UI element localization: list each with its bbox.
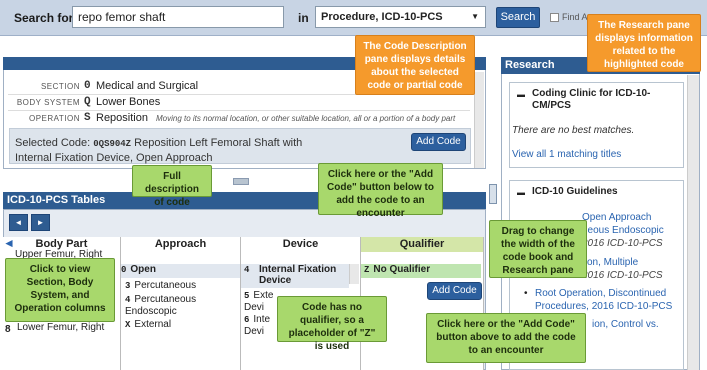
coding-clinic-title: Coding Clinic for ICD-10-CM/PCS [532,88,651,111]
approach-label: Percutaneous [134,280,197,291]
body-system-char: Q [84,96,91,108]
guideline-link[interactable]: Open Approach [582,212,652,223]
show-columns-icon[interactable]: ◄ [3,236,15,250]
body-system-row: BODY SYSTEM Q Lower Bones [8,96,478,110]
device-internal-fixation[interactable]: 4 Internal Fixation Device [241,264,349,288]
guideline-link[interactable]: ion, Control vs. [592,319,659,330]
operation-note: Moving to its normal location, or other … [155,114,456,123]
operation-text: Reposition [96,112,148,124]
selected-code-text: Selected Code: 0QS904Z Reposition Left F… [15,136,315,165]
find-all-label: Find A [562,12,588,22]
guideline-link[interactable]: Procedures, 2016 ICD-10-PCS [535,301,672,312]
callout-no-qualifier: Code has no qualifier, so a placeholder … [277,296,387,352]
approach-char: 4 [125,295,131,305]
body-part-lower-femur[interactable]: Lower Femur, Right [17,322,104,333]
selected-code: 0QS904Z [93,139,132,149]
callout-drag-splitter: Drag to change the width of the code boo… [489,220,587,278]
no-matches-text: There are no best matches. [512,125,635,136]
approach-percutaneous[interactable]: 3 Percutaneous [125,280,196,291]
divider [8,110,470,111]
approach-percutaneous-endoscopic[interactable]: 4 Percutaneous Endoscopic [125,294,225,318]
device-label: Internal Fixation Device [259,264,337,286]
section-char: 0 [84,80,91,92]
operation-row: OPERATION S Reposition Moving to its norm… [8,112,478,126]
bullet-icon: • [524,288,528,299]
callout-add-code-above: Click here or the "Add Code" button abov… [426,313,586,363]
device-char: 5 [244,291,250,301]
qualifier-char: Z [364,265,370,275]
section-label: SECTION [40,82,80,91]
approach-char: 3 [125,281,131,291]
qualifier-no-qualifier[interactable]: Z No Qualifier [361,264,481,278]
desc-scrollbar[interactable] [474,72,484,168]
chevron-down-icon: ▼ [471,12,479,21]
guideline-source: 2016 ICD-10-PCS [582,238,663,249]
device-char: 6 [244,315,250,325]
approach-char: X [125,320,131,330]
approach-open-row[interactable]: 0 Open [121,264,240,278]
operation-label: OPERATION [28,114,80,123]
pane-resize-handle[interactable] [233,178,249,185]
selected-prefix: Selected Code: [15,137,91,149]
section-value: Medical and Surgical [96,80,199,92]
approach-label: Open [130,264,156,275]
callout-research-pane: The Research pane displays information r… [587,14,701,72]
search-input[interactable]: repo femor shaft [72,6,284,28]
callout-view-columns: Click to view Section, Body System, and … [5,258,115,322]
collapse-icon[interactable]: ▬ [517,188,525,197]
pane-splitter[interactable] [489,184,497,204]
approach-external[interactable]: X External [125,319,171,330]
guideline-link[interactable]: Root Operation, Discontinued [535,288,666,299]
row-char: 8 [5,324,11,335]
scope-select-value: Procedure, ICD-10-PCS [321,11,443,23]
next-column-button[interactable]: ► [31,214,50,231]
qualifier-label: No Qualifier [373,264,431,275]
prev-column-button[interactable]: ◄ [9,214,28,231]
find-all-checkbox[interactable] [550,13,559,22]
approach-label: Percutaneous Endoscopic [125,294,197,317]
in-label: in [298,11,309,25]
research-scrollbar[interactable] [687,75,699,370]
guideline-source: 2016 ICD-10-PCS [582,270,663,281]
approach-char: 0 [121,265,127,275]
search-button[interactable]: Search [496,7,540,28]
approach-label: External [134,319,172,330]
add-code-button-bottom[interactable]: Add Code [427,282,482,300]
search-label: Search for [14,11,74,25]
callout-add-code-below: Click here or the "Add Code" button belo… [318,163,443,219]
col-device: Device [241,237,361,252]
add-code-button-top[interactable]: Add Code [411,133,466,151]
guideline-link[interactable]: tion, Multiple [582,257,638,268]
body-system-label: BODY SYSTEM [16,98,80,107]
view-matching-titles-link[interactable]: View all 1 matching titles [512,149,621,160]
operation-value: Reposition Moving to its normal location,… [96,112,455,124]
operation-char: S [84,112,91,124]
device-char: 4 [244,265,250,275]
body-system-value: Lower Bones [96,96,161,108]
device-scrollbar[interactable] [349,264,359,284]
approach-column: 0 Open 3 Percutaneous 4 Percutaneous Endosc… [121,252,241,370]
guideline-link[interactable]: neous Endoscopic [582,225,664,236]
callout-description-pane: The Code Description pane displays detai… [355,35,475,95]
scope-select[interactable]: Procedure, ICD-10-PCS ▼ [315,6,486,28]
col-approach: Approach [121,237,241,252]
guidelines-title: ICD-10 Guidelines [532,186,618,197]
callout-full-description: Full description of code [132,165,212,208]
collapse-icon[interactable]: ▬ [517,90,525,99]
col-qualifier: Qualifier [361,237,484,252]
